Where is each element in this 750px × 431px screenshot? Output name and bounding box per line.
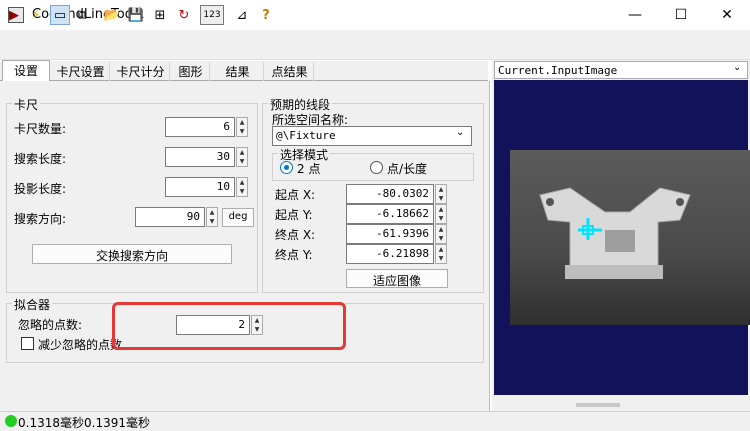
camera-image: [510, 150, 750, 325]
search-direction-label: 搜索方向:: [14, 212, 67, 226]
search-length-label: 搜索长度:: [14, 152, 67, 166]
status-timing: 0.1318毫秒0.1391毫秒: [18, 416, 150, 430]
start-y-label: 起点 Y:: [275, 208, 313, 222]
ruler-icon[interactable]: ⊿: [232, 5, 252, 25]
two-points-radio[interactable]: [280, 161, 293, 174]
save-icon[interactable]: 💾: [126, 5, 146, 25]
end-x-spinner[interactable]: ▲ ▼: [435, 224, 447, 244]
reduce-ignore-label: 减少忽略的点数: [38, 338, 123, 352]
tab-settings[interactable]: 设置: [2, 60, 50, 81]
maximize-button[interactable]: ☐: [658, 0, 704, 30]
bracket-part-image: [539, 187, 691, 279]
start-y-spinner[interactable]: ▲ ▼: [435, 204, 447, 224]
tab-point-results[interactable]: 点结果: [266, 62, 314, 81]
end-x-input[interactable]: -61.9396: [346, 224, 434, 244]
viewer-image-select[interactable]: Current.InputImage: [494, 61, 748, 79]
search-direction-spinner[interactable]: ▲ ▼: [206, 207, 218, 227]
start-y-input[interactable]: -6.18662: [346, 204, 434, 224]
projection-length-spinner[interactable]: ▲ ▼: [236, 177, 248, 197]
start-x-label: 起点 X:: [275, 188, 316, 202]
highlight-annotation: [112, 302, 346, 350]
space-name-select[interactable]: @\Fixture: [272, 126, 472, 146]
swap-direction-button[interactable]: 交换搜索方向: [32, 244, 232, 264]
toolbar: [0, 30, 750, 60]
status-ok-icon: [5, 415, 17, 427]
start-x-input[interactable]: -80.0302: [346, 184, 434, 204]
tab-graphics[interactable]: 图形: [172, 62, 210, 81]
fitter-group-label: 拟合器: [12, 296, 53, 313]
end-y-label: 终点 Y:: [275, 248, 313, 262]
caliper-count-input[interactable]: 6: [165, 117, 235, 137]
grid-icon[interactable]: ⊞: [150, 5, 170, 25]
projection-length-label: 投影长度:: [14, 182, 67, 196]
point-length-radio[interactable]: [370, 161, 383, 174]
number-icon[interactable]: 123: [200, 5, 224, 25]
search-length-spinner[interactable]: ▲ ▼: [236, 147, 248, 167]
help-icon[interactable]: ?: [256, 5, 276, 25]
fit-image-button[interactable]: 适应图像: [346, 269, 448, 288]
tab-results[interactable]: 结果: [212, 62, 264, 81]
search-length-input[interactable]: 30: [165, 147, 235, 167]
run-icon[interactable]: ▶: [4, 5, 24, 25]
caliper-group-label: 卡尺: [12, 96, 41, 113]
end-y-input[interactable]: -6.21898: [346, 244, 434, 264]
direction-unit-button[interactable]: deg: [222, 208, 254, 227]
caliper-count-label: 卡尺数量:: [14, 122, 67, 136]
viewer-scrollbar[interactable]: [576, 403, 620, 407]
end-y-spinner[interactable]: ▲ ▼: [435, 244, 447, 264]
projection-length-input[interactable]: 10: [165, 177, 235, 197]
point-length-label: 点/长度: [387, 162, 428, 176]
tab-caliper-settings[interactable]: 卡尺设置: [52, 62, 110, 81]
end-x-label: 终点 X:: [275, 228, 316, 242]
chevron-down-icon[interactable]: ⌄: [456, 127, 464, 138]
tab-caliper-scoring[interactable]: 卡尺计分: [112, 62, 170, 81]
viewer-chevron-down-icon[interactable]: ⌄: [733, 62, 741, 73]
open-folder-icon[interactable]: 📂: [102, 5, 122, 25]
reduce-ignore-checkbox[interactable]: [21, 337, 34, 350]
close-button[interactable]: ✕: [704, 0, 750, 30]
two-points-label: 2 点: [297, 162, 321, 176]
ignore-count-label: 忽略的点数:: [18, 318, 83, 332]
display-alt-icon[interactable]: ⧉: [72, 5, 92, 25]
minimize-button[interactable]: —: [612, 0, 658, 30]
caliper-count-spinner[interactable]: ▲ ▼: [236, 117, 248, 137]
electric-icon[interactable]: ⚡: [26, 5, 46, 25]
display-icon[interactable]: ▭: [50, 5, 70, 25]
start-x-spinner[interactable]: ▲ ▼: [435, 184, 447, 204]
reset-icon[interactable]: ↻: [174, 5, 194, 25]
search-direction-input[interactable]: 90: [135, 207, 205, 227]
